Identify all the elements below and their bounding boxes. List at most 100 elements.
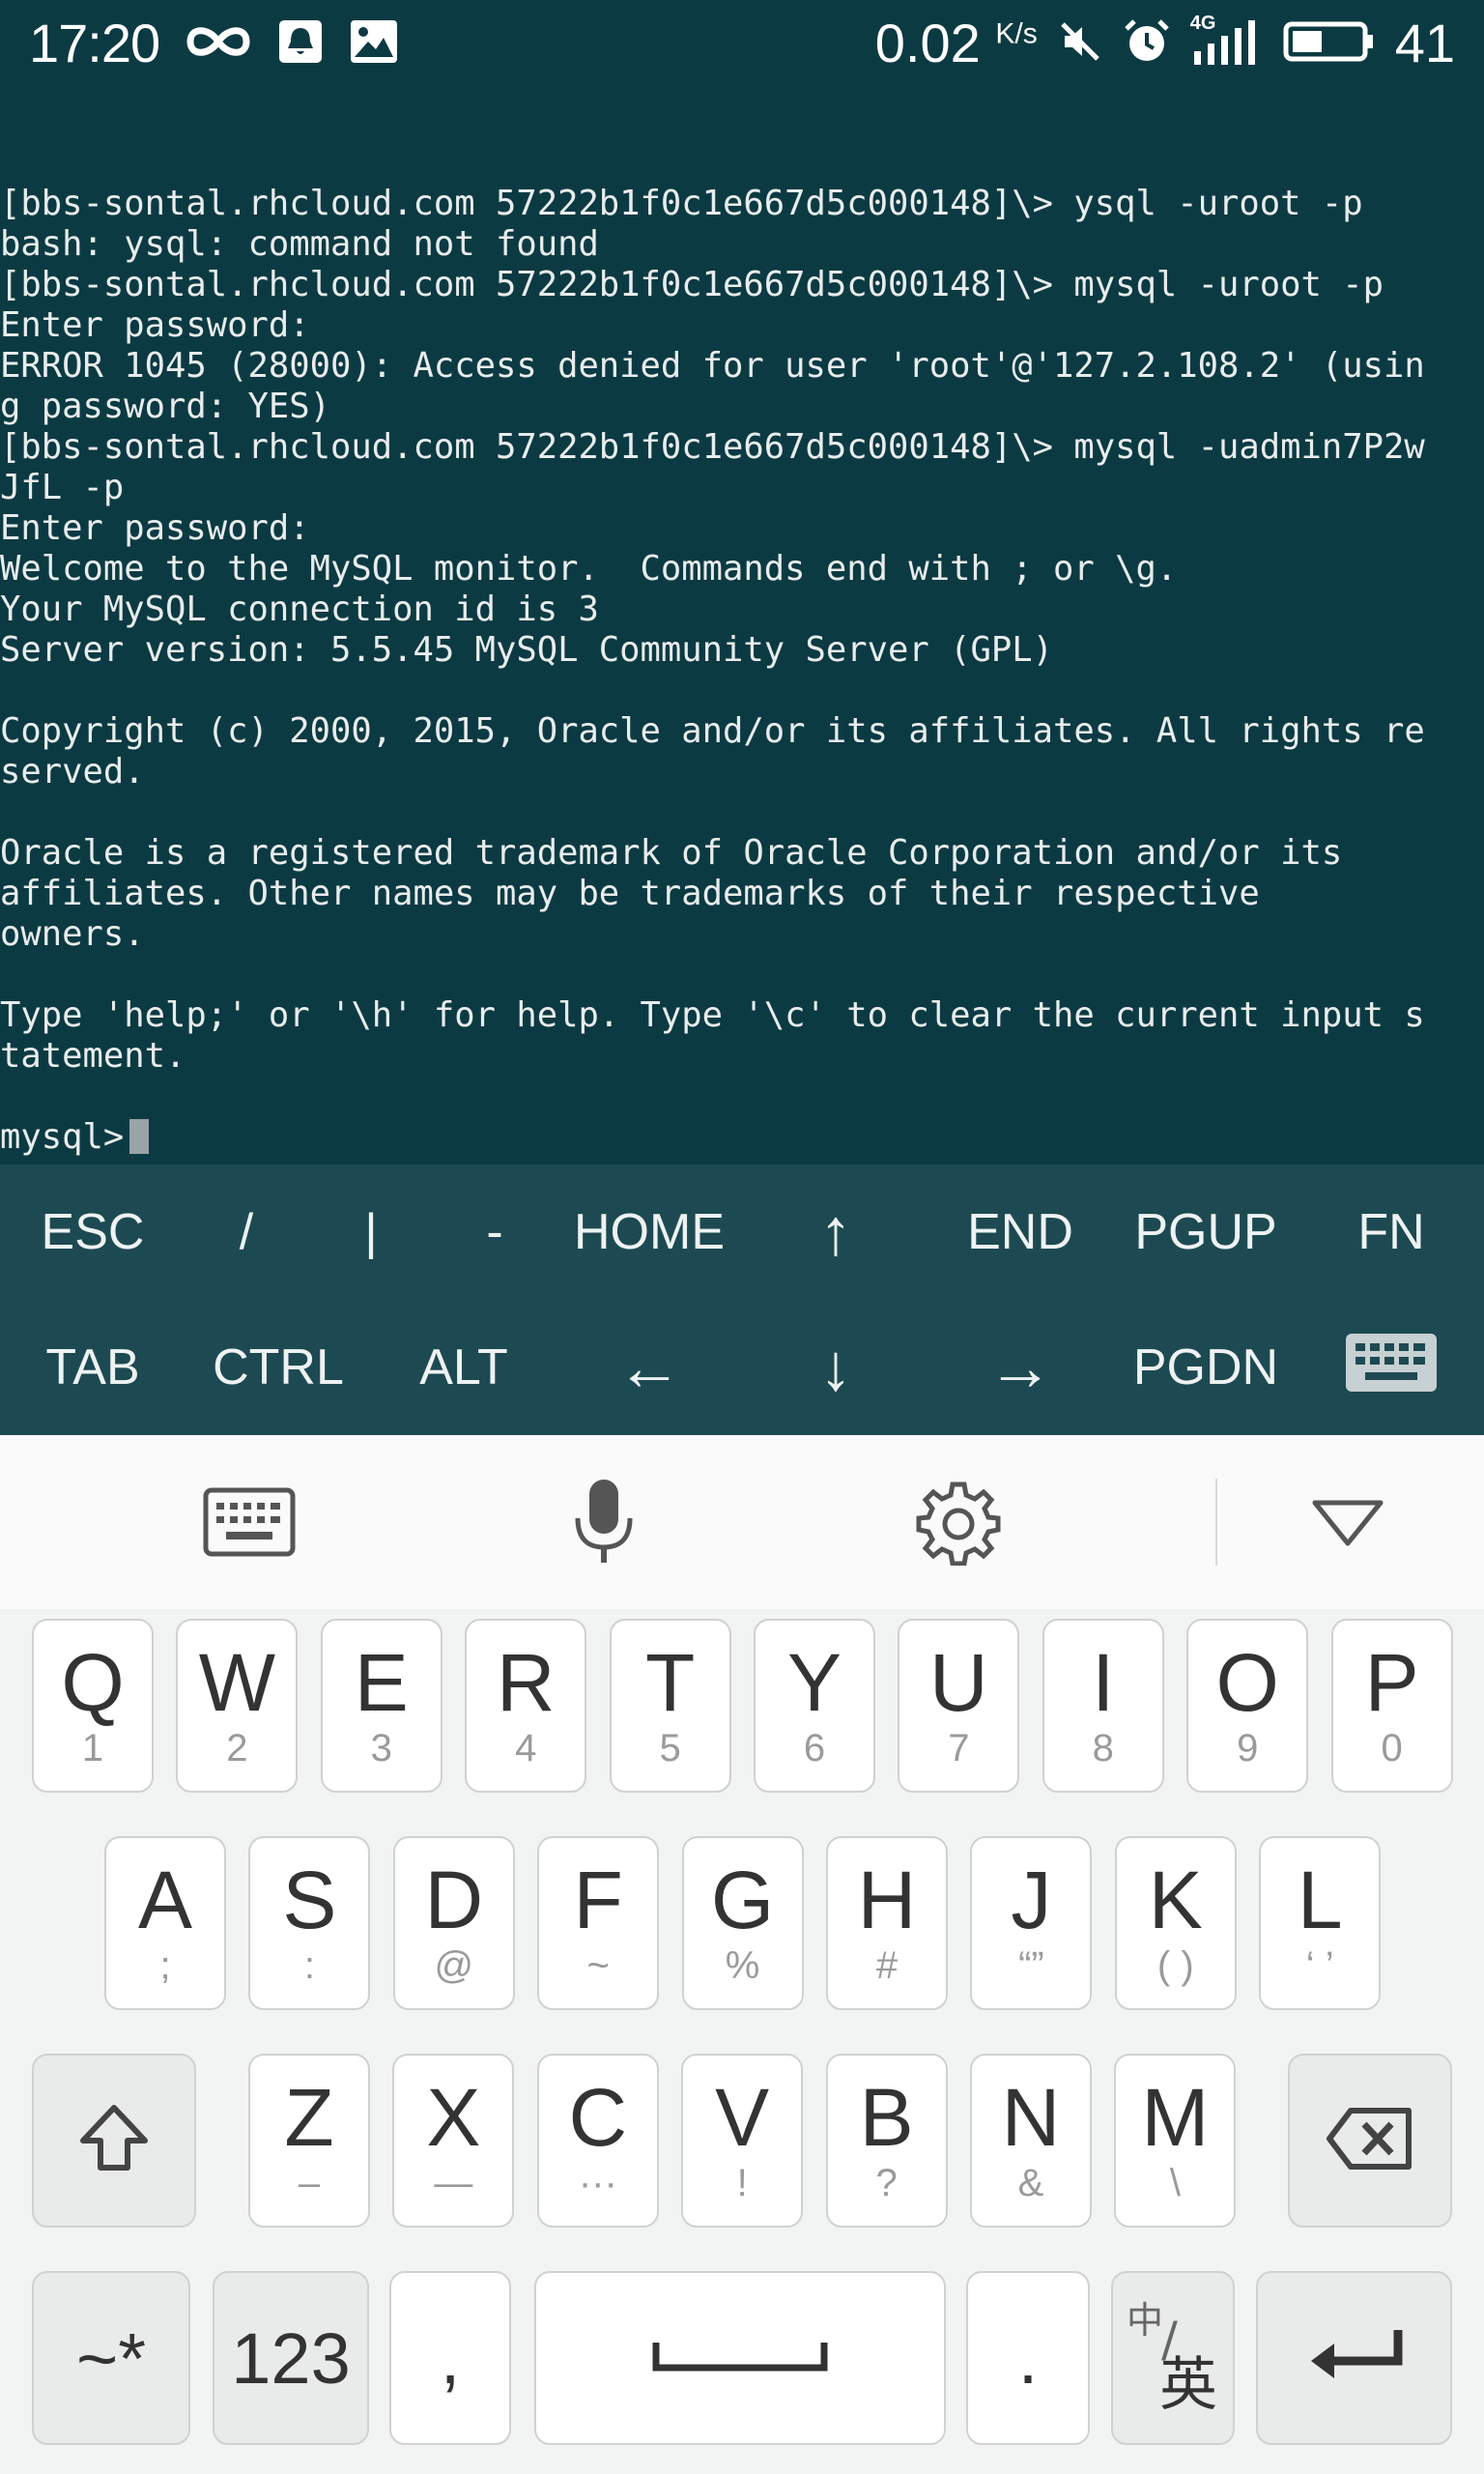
settings-gear-icon[interactable] bbox=[910, 1474, 1007, 1570]
key-e[interactable]: E3 bbox=[320, 1619, 442, 1793]
terminal-prompt-line[interactable]: mysql> bbox=[0, 1117, 1484, 1158]
signal-icon: 4G bbox=[1190, 13, 1264, 71]
collapse-keyboard-icon[interactable] bbox=[1299, 1474, 1396, 1570]
extra-key-pgdn[interactable]: PGDN bbox=[1113, 1300, 1298, 1435]
extra-key-sym4[interactable]: ↓ bbox=[743, 1300, 928, 1435]
extra-key-sym5[interactable]: ↑ bbox=[743, 1165, 928, 1300]
key-s[interactable]: S: bbox=[248, 1836, 371, 2010]
key-sublabel: @ bbox=[434, 1944, 474, 1987]
key-label: C bbox=[568, 2072, 628, 2163]
key-h[interactable]: H # bbox=[826, 1836, 948, 2010]
symbols-key[interactable]: ~* bbox=[32, 2271, 190, 2445]
terminal-line: Oracle is a registered trademark of Orac… bbox=[0, 833, 1343, 873]
key-sublabel: 3 bbox=[370, 1727, 392, 1769]
terminal-line: affiliates. Other names may be trademark… bbox=[0, 874, 1260, 913]
key-m[interactable]: M \ bbox=[1114, 2054, 1237, 2228]
key-b[interactable]: B? bbox=[825, 2054, 948, 2228]
key-v[interactable]: V! bbox=[681, 2054, 804, 2228]
key-r[interactable]: R4 bbox=[465, 1619, 587, 1793]
terminal-line: Type 'help;' or '\h' for help. Type '\c'… bbox=[0, 995, 1425, 1035]
key-sublabel: – bbox=[298, 2162, 321, 2204]
key-o[interactable]: O9 bbox=[1186, 1619, 1309, 1793]
enter-key[interactable] bbox=[1256, 2271, 1452, 2445]
key-label: P bbox=[1364, 1637, 1419, 1728]
key-n[interactable]: N & bbox=[970, 2054, 1092, 2228]
key-sublabel: — bbox=[434, 2162, 473, 2204]
extra-keys-bar: ESC / | - HOME ↑ END PGUP FN TAB CTRL ALT ← ↓ → PGDN bbox=[0, 1165, 1484, 1435]
key-y[interactable]: Y6 bbox=[754, 1619, 875, 1793]
key-sublabel: “” bbox=[1018, 1944, 1044, 1987]
key-label: H bbox=[857, 1855, 917, 1945]
key-p[interactable]: P0 bbox=[1330, 1619, 1453, 1793]
key-a[interactable]: A; bbox=[104, 1836, 226, 2010]
key-i[interactable]: I8 bbox=[1042, 1619, 1164, 1793]
key-k[interactable]: K( ) bbox=[1114, 1836, 1237, 2010]
key-g[interactable]: G% bbox=[681, 1836, 804, 2010]
battery-level: 41 bbox=[1394, 13, 1455, 73]
key-c[interactable]: C ··· bbox=[536, 2054, 659, 2228]
infinity-icon bbox=[185, 22, 252, 65]
key-label: . bbox=[1017, 2317, 1039, 2399]
shift-arrow-icon bbox=[75, 2100, 153, 2181]
key-sublabel: ‘ ’ bbox=[1305, 1944, 1334, 1987]
numbers-key[interactable]: 123 bbox=[213, 2271, 369, 2445]
extra-key-fn[interactable]: FN bbox=[1298, 1165, 1484, 1300]
key-sublabel: 7 bbox=[948, 1727, 970, 1769]
terminal-line: [bbs-sontal.rhcloud.com 57222b1f0c1e667d… bbox=[0, 265, 1384, 304]
key-sublabel: ··· bbox=[578, 2162, 617, 2204]
microphone-icon[interactable] bbox=[556, 1474, 652, 1570]
key-sublabel: 1 bbox=[81, 1727, 104, 1769]
lang-slash: / bbox=[1161, 2312, 1178, 2368]
key-w[interactable]: W2 bbox=[176, 1619, 299, 1793]
key-label: G bbox=[710, 1855, 775, 1945]
key-sublabel: 9 bbox=[1237, 1727, 1259, 1769]
key-label: D bbox=[424, 1855, 484, 1945]
comma-key[interactable]: , bbox=[389, 2271, 511, 2445]
extra-key-sym3[interactable]: ← bbox=[556, 1300, 742, 1435]
extra-keys-row-2: TAB CTRL ALT ← ↓ → PGDN bbox=[0, 1300, 1484, 1435]
key-label: K bbox=[1148, 1855, 1203, 1945]
extra-key-alt[interactable]: ALT bbox=[371, 1300, 556, 1435]
keyboard-toggle-icon[interactable] bbox=[1346, 1334, 1437, 1392]
key-sublabel: ; bbox=[159, 1944, 171, 1987]
shift-key[interactable] bbox=[32, 2054, 196, 2228]
extra-key-tab[interactable]: TAB bbox=[0, 1300, 186, 1435]
key-u[interactable]: U7 bbox=[898, 1619, 1020, 1793]
key-label: I bbox=[1092, 1637, 1115, 1728]
key-label: E bbox=[354, 1637, 409, 1728]
period-key[interactable]: . bbox=[966, 2271, 1090, 2445]
key-t[interactable]: T5 bbox=[609, 1619, 731, 1793]
backspace-key[interactable] bbox=[1288, 2054, 1452, 2228]
key-l[interactable]: L ‘ ’ bbox=[1259, 1836, 1382, 2010]
key-label: S bbox=[282, 1855, 337, 1945]
language-switch-key[interactable]: 中英 / bbox=[1111, 2271, 1235, 2445]
notification-icon bbox=[277, 18, 324, 69]
extra-key-ctrl[interactable]: CTRL bbox=[186, 1300, 371, 1435]
key-z[interactable]: Z – bbox=[248, 2054, 370, 2228]
key-j[interactable]: J “” bbox=[970, 1836, 1093, 2010]
key-f[interactable]: F ~ bbox=[537, 1836, 660, 2010]
space-key[interactable] bbox=[534, 2271, 946, 2445]
key-x[interactable]: X — bbox=[392, 2054, 515, 2228]
key-q[interactable]: Q1 bbox=[32, 1619, 154, 1793]
extra-key-home[interactable]: HOME bbox=[556, 1165, 742, 1300]
key-label: L bbox=[1297, 1855, 1343, 1945]
extra-keys-row-1: ESC / | - HOME ↑ END PGUP FN bbox=[0, 1165, 1484, 1300]
key-label: X bbox=[426, 2072, 481, 2163]
key-label: W bbox=[198, 1637, 276, 1728]
key-d[interactable]: D @ bbox=[392, 1836, 515, 2010]
text-cursor bbox=[129, 1119, 150, 1154]
extra-key-sym5[interactable]: → bbox=[928, 1300, 1113, 1435]
key-sublabel: ! bbox=[736, 2162, 748, 2204]
extra-key-end[interactable]: END bbox=[928, 1165, 1113, 1300]
key-sublabel: \ bbox=[1169, 2162, 1181, 2204]
key-label: R bbox=[496, 1637, 556, 1728]
key-label: J bbox=[1011, 1855, 1052, 1945]
terminal-line: tatement. bbox=[0, 1036, 186, 1076]
image-icon bbox=[349, 18, 399, 69]
keyboard-icon[interactable] bbox=[201, 1474, 298, 1570]
alarm-icon bbox=[1123, 17, 1171, 70]
terminal-output[interactable]: [bbs-sontal.rhcloud.com 57222b1f0c1e667d… bbox=[0, 184, 1484, 1165]
extra-key-pgup[interactable]: PGUP bbox=[1113, 1165, 1298, 1300]
